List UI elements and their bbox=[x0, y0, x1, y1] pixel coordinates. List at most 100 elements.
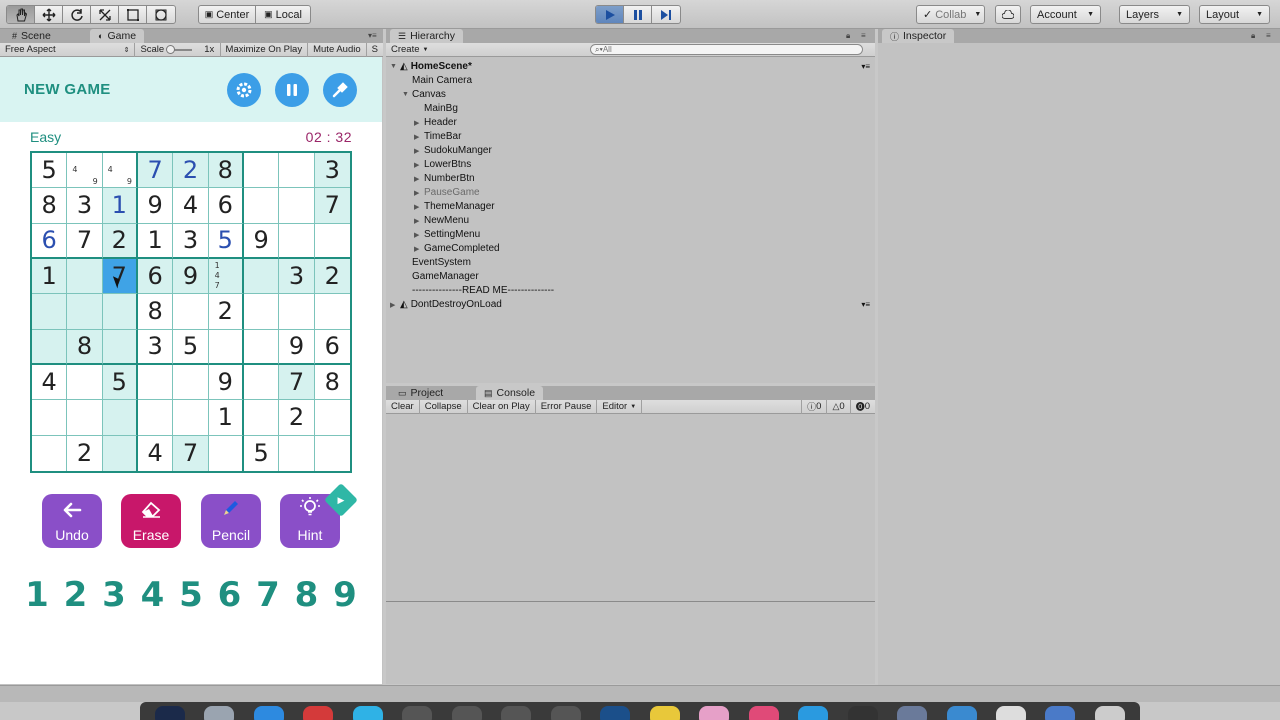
panel-menu-icon[interactable]: ▾≡ bbox=[368, 31, 377, 40]
dock-app-icon[interactable] bbox=[352, 706, 383, 720]
dock-app-icon[interactable] bbox=[699, 706, 730, 720]
play-button[interactable] bbox=[596, 6, 624, 23]
sudoku-cell[interactable] bbox=[208, 329, 244, 365]
sudoku-cell[interactable] bbox=[243, 364, 280, 401]
sudoku-cell[interactable]: 6 bbox=[208, 188, 244, 224]
new-game-button[interactable]: NEW GAME bbox=[24, 81, 111, 98]
stats-toggle[interactable]: S bbox=[367, 43, 383, 57]
sudoku-cell[interactable] bbox=[102, 294, 138, 330]
dock-app-icon[interactable] bbox=[897, 706, 928, 720]
clear-button[interactable]: Clear bbox=[386, 399, 420, 414]
sudoku-cell[interactable]: 6 bbox=[314, 330, 350, 365]
hierarchy-item[interactable]: ▶ Header bbox=[414, 116, 457, 130]
hand-tool-icon[interactable] bbox=[7, 6, 35, 23]
cloud-button[interactable] bbox=[995, 5, 1021, 24]
sudoku-cell[interactable]: 7 bbox=[102, 258, 138, 295]
sudoku-cell[interactable] bbox=[32, 329, 68, 365]
hierarchy-item[interactable]: ▶ LowerBtns bbox=[414, 158, 471, 172]
row-menu-icon[interactable]: ▾≡ bbox=[861, 62, 870, 71]
sudoku-cell[interactable]: 5 bbox=[208, 223, 244, 259]
info-toggle[interactable]: ⓘ 0 bbox=[801, 399, 828, 414]
sudoku-cell[interactable] bbox=[67, 294, 103, 330]
sudoku-cell[interactable]: 3 bbox=[67, 188, 103, 224]
expand-arrow-icon[interactable]: ▼ bbox=[402, 91, 412, 98]
sudoku-cell[interactable]: 7 bbox=[173, 435, 209, 471]
dock-app-icon[interactable] bbox=[155, 706, 185, 720]
settings-button[interactable] bbox=[227, 73, 261, 107]
error-toggle[interactable]: ⓿0 bbox=[851, 400, 875, 414]
create-dropdown[interactable]: Create ▼ bbox=[386, 43, 433, 57]
scale-slider[interactable]: Scale 1x bbox=[135, 42, 221, 57]
sudoku-cell[interactable]: 7 bbox=[137, 153, 174, 189]
error-pause-toggle[interactable]: Error Pause bbox=[536, 399, 598, 414]
sudoku-cell[interactable]: 9 bbox=[173, 258, 209, 295]
sudoku-cell[interactable]: 1 bbox=[102, 188, 138, 224]
row-menu-icon[interactable]: ▾≡ bbox=[861, 300, 870, 309]
lock-icon[interactable]: 🔒︎ bbox=[1251, 31, 1255, 41]
panel-menu-icon[interactable]: ≡ bbox=[861, 31, 866, 40]
collapse-arrow-icon[interactable]: ▶ bbox=[414, 175, 424, 183]
sudoku-cell[interactable]: 9 bbox=[137, 188, 174, 224]
sudoku-cell[interactable] bbox=[67, 258, 103, 295]
sudoku-cell[interactable] bbox=[314, 400, 350, 436]
collapse-arrow-icon[interactable]: ▶ bbox=[414, 133, 424, 141]
dock-app-icon[interactable] bbox=[550, 706, 581, 720]
sudoku-cell[interactable] bbox=[243, 188, 280, 224]
sudoku-cell[interactable]: 3 bbox=[137, 329, 174, 365]
collapse-arrow-icon[interactable]: ▶ bbox=[414, 119, 424, 127]
transform-tool-icon[interactable] bbox=[147, 6, 175, 23]
warning-toggle[interactable]: △ 0 bbox=[827, 399, 851, 414]
sudoku-cell[interactable] bbox=[314, 294, 350, 330]
sudoku-cell[interactable] bbox=[32, 400, 68, 436]
sudoku-cell[interactable]: 3 bbox=[173, 223, 209, 259]
sudoku-cell[interactable] bbox=[243, 329, 280, 365]
sudoku-cell[interactable]: 7 bbox=[314, 188, 350, 224]
tab-project[interactable]: ▭ Project bbox=[390, 386, 452, 400]
number-button[interactable]: 8 bbox=[288, 575, 326, 615]
dock-app-icon[interactable] bbox=[303, 706, 334, 720]
number-button[interactable]: 6 bbox=[211, 575, 249, 615]
tab-game[interactable]: ◐ Game bbox=[90, 29, 145, 43]
sudoku-cell[interactable] bbox=[137, 400, 174, 436]
undo-button[interactable]: Undo bbox=[42, 494, 102, 548]
collapse-arrow-icon[interactable]: ▶ bbox=[390, 301, 400, 309]
sudoku-cell[interactable] bbox=[32, 294, 68, 330]
sudoku-cell[interactable]: 2 bbox=[314, 258, 350, 295]
sudoku-cell[interactable] bbox=[67, 400, 103, 436]
sudoku-cell[interactable]: 1 bbox=[137, 223, 174, 259]
sudoku-cell[interactable]: 9 bbox=[243, 223, 280, 259]
sudoku-cell[interactable]: 147 bbox=[208, 258, 244, 295]
dock-app-icon[interactable] bbox=[451, 706, 482, 720]
dock-app-icon[interactable] bbox=[501, 706, 532, 720]
hierarchy-item[interactable]: ▼ Canvas bbox=[402, 88, 446, 102]
dock-trash-icon[interactable] bbox=[1094, 706, 1125, 720]
rect-tool-icon[interactable] bbox=[119, 6, 147, 23]
dock-app-icon[interactable] bbox=[402, 706, 433, 720]
sudoku-cell[interactable] bbox=[102, 329, 138, 365]
dock-app-icon[interactable] bbox=[649, 706, 680, 720]
collapse-arrow-icon[interactable]: ▶ bbox=[414, 203, 424, 211]
collab-dropdown[interactable]: ✓ Collab ▼ bbox=[916, 5, 985, 24]
sudoku-cell[interactable] bbox=[279, 188, 315, 224]
hierarchy-item[interactable]: ▶ NumberBtn bbox=[414, 172, 475, 186]
hierarchy-search-input[interactable] bbox=[602, 45, 843, 54]
tab-hierarchy[interactable]: ☰ Hierarchy bbox=[390, 29, 464, 43]
sudoku-cell[interactable]: 6 bbox=[32, 223, 68, 259]
sudoku-cell[interactable] bbox=[243, 153, 280, 189]
sudoku-cell[interactable] bbox=[279, 223, 315, 259]
sudoku-cell[interactable] bbox=[209, 435, 244, 471]
number-button[interactable]: 9 bbox=[326, 575, 364, 615]
sudoku-cell[interactable]: 5 bbox=[102, 364, 138, 401]
sudoku-cell[interactable]: 49 bbox=[102, 153, 138, 189]
dock-app-icon[interactable] bbox=[995, 706, 1026, 720]
sudoku-cell[interactable]: 5 bbox=[173, 329, 209, 365]
sudoku-cell[interactable]: 7 bbox=[279, 364, 315, 401]
sudoku-cell[interactable] bbox=[279, 153, 315, 189]
sudoku-cell[interactable]: 5 bbox=[32, 153, 68, 189]
sudoku-cell[interactable]: 4 bbox=[138, 435, 174, 471]
collapse-arrow-icon[interactable]: ▶ bbox=[414, 147, 424, 155]
account-dropdown[interactable]: Account ▼ bbox=[1030, 5, 1101, 24]
sudoku-cell[interactable]: 6 bbox=[137, 258, 174, 295]
tab-inspector[interactable]: ⓘ Inspector bbox=[882, 29, 955, 43]
panel-menu-icon[interactable]: ≡ bbox=[1266, 31, 1271, 40]
